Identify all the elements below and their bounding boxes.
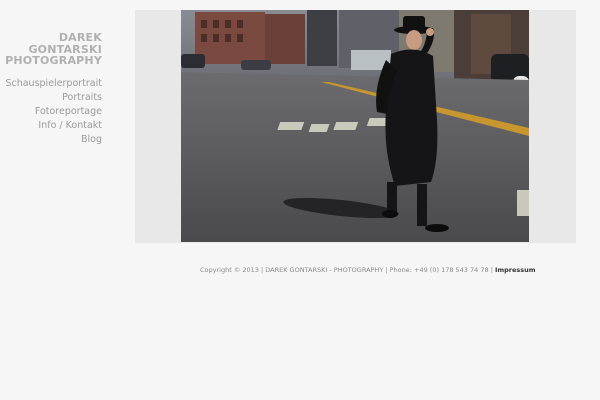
street-photo-image (181, 10, 529, 242)
nav-item-fotoreportage[interactable]: Fotoreportage (5, 105, 102, 119)
main-nav: Schauspielerportrait Portraits Fotorepor… (5, 77, 102, 147)
gallery-frame (135, 10, 576, 243)
page: DAREK GONTARSKI PHOTOGRAPHY Schauspieler… (0, 0, 600, 400)
logo-line-1: DAREK (58, 31, 102, 44)
nav-item-blog[interactable]: Blog (5, 133, 102, 147)
impressum-link[interactable]: Impressum (495, 266, 536, 274)
nav-item-info-kontakt[interactable]: Info / Kontakt (5, 119, 102, 133)
nav-item-schauspielerportrait[interactable]: Schauspielerportrait (5, 77, 102, 91)
footer: Copyright © 2013 | DAREK GONTARSKI - PHO… (200, 266, 536, 274)
nav-item-portraits[interactable]: Portraits (5, 91, 102, 105)
street-photo[interactable] (181, 10, 529, 242)
footer-copyright: Copyright © 2013 | DAREK GONTARSKI - PHO… (200, 266, 495, 274)
logo-line-3: PHOTOGRAPHY (5, 54, 102, 67)
site-logo[interactable]: DAREK GONTARSKI PHOTOGRAPHY (5, 32, 102, 67)
